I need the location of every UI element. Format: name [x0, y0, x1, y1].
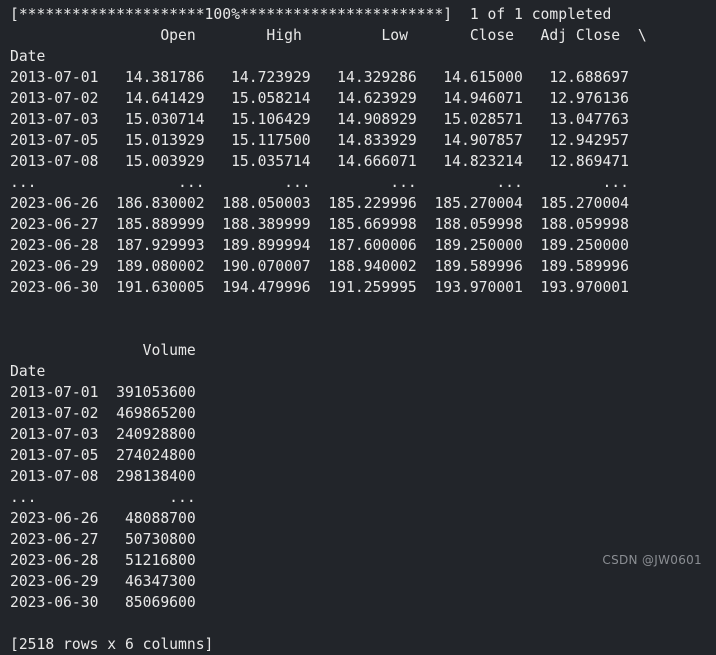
dataframe-block1-header-row: Open High Low Close Adj Close \: [10, 27, 647, 44]
table-row: 2023-06-30 191.630005 194.479996 191.259…: [10, 279, 629, 296]
terminal-output-pane[interactable]: [*********************100%**************…: [0, 0, 716, 653]
table-row-ellipsis: ... ... ... ... ... ...: [10, 174, 629, 191]
table-row: 2013-07-08 298138400: [10, 468, 196, 485]
table-row-ellipsis: ... ...: [10, 489, 196, 506]
table-row: 2023-06-26 186.830002 188.050003 185.229…: [10, 195, 629, 212]
table-row: 2023-06-27 50730800: [10, 531, 196, 548]
table-row: 2023-06-27 185.889999 188.389999 185.669…: [10, 216, 629, 233]
table-row: 2013-07-05 274024800: [10, 447, 196, 464]
dataframe-block1-index-label: Date: [10, 48, 46, 65]
dataframe-block2-header-row: Volume: [10, 342, 196, 359]
table-row: 2023-06-28 187.929993 189.899994 187.600…: [10, 237, 629, 254]
table-row: 2023-06-29 189.080002 190.070007 188.940…: [10, 258, 629, 275]
table-row: 2013-07-02 469865200: [10, 405, 196, 422]
csdn-watermark: CSDN @JW0601: [602, 553, 702, 567]
dataframe-block2-index-label: Date: [10, 363, 46, 380]
table-row: 2023-06-29 46347300: [10, 573, 196, 590]
table-row: 2013-07-08 15.003929 15.035714 14.666071…: [10, 153, 629, 170]
table-row: 2013-07-01 14.381786 14.723929 14.329286…: [10, 69, 629, 86]
table-row: 2013-07-03 15.030714 15.106429 14.908929…: [10, 111, 629, 128]
table-row: 2023-06-30 85069600: [10, 594, 196, 611]
table-row: 2013-07-03 240928800: [10, 426, 196, 443]
table-row: 2013-07-05 15.013929 15.117500 14.833929…: [10, 132, 629, 149]
table-row: 2013-07-02 14.641429 15.058214 14.623929…: [10, 90, 629, 107]
dataframe-shape-summary: [2518 rows x 6 columns]: [10, 636, 214, 653]
download-progress-line: [*********************100%**************…: [10, 6, 612, 23]
table-row: 2013-07-01 391053600: [10, 384, 196, 401]
table-row: 2023-06-26 48088700: [10, 510, 196, 527]
